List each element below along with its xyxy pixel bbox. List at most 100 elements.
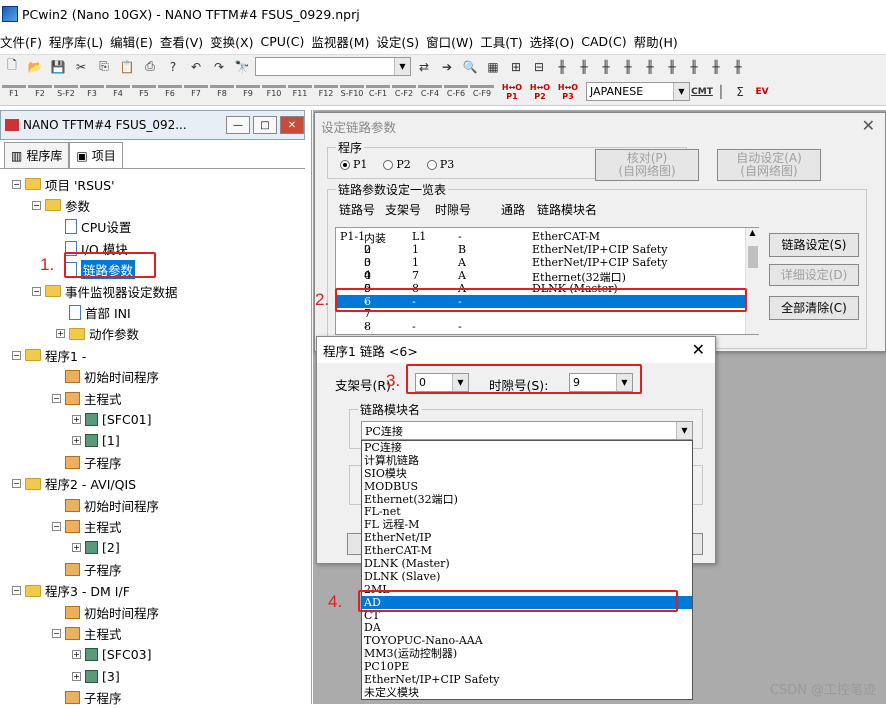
tree-item[interactable]: 子程序	[52, 688, 122, 708]
scroll-thumb[interactable]	[748, 246, 758, 268]
table-row[interactable]: 7	[336, 307, 746, 320]
event-button[interactable]: EV	[752, 82, 772, 102]
fkey-f1-button[interactable]: F1	[2, 80, 26, 104]
tree-item[interactable]: − 程序1 -	[12, 345, 86, 365]
tree-item[interactable]: − 程序3 - DM I/F	[12, 581, 130, 601]
tree-item[interactable]: + 动作参数	[56, 324, 139, 344]
menu-item[interactable]: CAD(C)	[581, 34, 633, 49]
tab-library[interactable]: ▥ 程序库	[4, 142, 70, 168]
link-list[interactable]: P1-1 内装 L1- EtherCAT-M 2 0 1 B EtherNet/IP+CIP S…	[335, 227, 759, 335]
ladder2-icon[interactable]: ⊟	[529, 57, 549, 77]
fkey-f11-button[interactable]: F11	[288, 80, 312, 104]
zoom-icon[interactable]: 🔍	[460, 57, 480, 77]
dropdown-option[interactable]: PC连接	[362, 441, 692, 454]
undo-icon[interactable]: ↶	[186, 57, 206, 77]
help-icon[interactable]: ?	[163, 57, 183, 77]
fkey-f4-button[interactable]: F4	[106, 80, 130, 104]
fkey-f7-button[interactable]: F7	[184, 80, 208, 104]
minimize-icon[interactable]: —	[226, 116, 250, 134]
menu-item[interactable]: 程序库(L)	[49, 32, 110, 51]
menu-item[interactable]: CPU(C)	[260, 34, 311, 49]
link-settings-button[interactable]: 链路设定(S)	[769, 233, 859, 257]
list-scrollbar[interactable]: ▲	[745, 228, 759, 334]
dropdown-option[interactable]: TOYOPUC-Nano-AAA	[362, 634, 692, 647]
collapse-icon[interactable]: −	[12, 479, 21, 489]
close-icon[interactable]: ✕	[862, 116, 875, 135]
dropdown-option[interactable]: 未定义模块	[362, 686, 692, 699]
dropdown-option[interactable]: DLNK (Slave)	[362, 570, 692, 583]
auto-set-button[interactable]: 自动设定(A) (自网络图)	[717, 149, 821, 181]
fkey-f10-button[interactable]: F10	[262, 80, 286, 104]
menu-item[interactable]: 监视器(M)	[311, 32, 376, 51]
menu-item[interactable]: 文件(F)	[0, 32, 49, 51]
expand-icon[interactable]: +	[72, 436, 81, 446]
tree-item[interactable]: 初始时间程序	[52, 495, 159, 515]
tree-item[interactable]: + [1]	[72, 431, 120, 451]
collapse-icon[interactable]: −	[52, 628, 61, 638]
tree-item[interactable]: + [SFC03]	[72, 645, 152, 665]
fkey-c-f9-button[interactable]: C-F9	[470, 80, 494, 104]
dropdown-option[interactable]: DA	[362, 621, 692, 635]
fkey-c-f6-button[interactable]: C-F6	[444, 80, 468, 104]
hio-p3-button[interactable]: H↔O P3	[556, 80, 580, 104]
dropdown-option[interactable]: DLNK (Master)	[362, 557, 692, 570]
paste-icon[interactable]: 📋	[117, 57, 137, 77]
program-radio-p2[interactable]: P2	[383, 158, 411, 171]
dropdown-option[interactable]: EtherNet/IP	[362, 531, 692, 544]
tree-item[interactable]: 链路参数	[52, 260, 136, 280]
fkey-s-f2-button[interactable]: S-F2	[54, 80, 78, 104]
save-icon[interactable]: 💾	[48, 57, 68, 77]
module-select[interactable]: PC连接 ▼	[361, 421, 693, 440]
comment-button[interactable]: CMT	[691, 82, 713, 102]
check-button[interactable]: 核对(P) (自网络图)	[595, 149, 699, 181]
menu-item[interactable]: 编辑(E)	[110, 32, 160, 51]
program-radio-p1[interactable]: P1	[340, 158, 367, 171]
tree-item[interactable]: − 主程式	[52, 623, 122, 643]
dropdown-option[interactable]: EtherNet/IP+CIP Safety	[362, 673, 692, 686]
dropdown-option[interactable]: FL-net	[362, 505, 692, 519]
print-icon[interactable]: ⎙	[140, 57, 160, 77]
program-radio-p3[interactable]: P3	[426, 158, 454, 171]
expand-icon[interactable]: +	[72, 414, 81, 424]
menu-item[interactable]: 帮助(H)	[634, 32, 685, 51]
new-file-icon[interactable]: 🗋	[2, 57, 22, 77]
dropdown-option[interactable]: CT	[362, 609, 692, 622]
dropdown-option[interactable]: MODBUS	[362, 480, 692, 493]
menu-item[interactable]: 工具(T)	[480, 32, 529, 51]
tree-item[interactable]: 初始时间程序	[52, 367, 159, 387]
dropdown-option[interactable]: SIO模块	[362, 467, 692, 480]
collapse-icon[interactable]: −	[12, 179, 21, 189]
collapse-icon[interactable]: −	[32, 200, 41, 210]
dropdown-option[interactable]: AD	[362, 595, 692, 609]
detail-settings-button[interactable]: 详细设定(D)	[769, 264, 859, 286]
close-icon[interactable]: ✕	[692, 340, 705, 359]
tree-item[interactable]: + [SFC01]	[72, 409, 152, 429]
redo-icon[interactable]: ↷	[209, 57, 229, 77]
tree-item[interactable]: 首部 INI	[56, 302, 131, 322]
fkey-f3-button[interactable]: F3	[80, 80, 104, 104]
fkey-f12-button[interactable]: F12	[314, 80, 338, 104]
tree-item[interactable]: + [3]	[72, 666, 120, 686]
tree-item[interactable]: 初始时间程序	[52, 602, 159, 622]
dropdown-option[interactable]: MM3(运动控制器)	[362, 647, 692, 660]
menu-item[interactable]: 变换(X)	[210, 32, 260, 51]
fkey-f8-button[interactable]: F8	[210, 80, 234, 104]
dropdown-option[interactable]: 2ML	[362, 583, 692, 596]
expand-icon[interactable]: +	[72, 543, 81, 553]
hio-p1-button[interactable]: H↔O P1	[500, 80, 524, 104]
ladder-tool-icon[interactable]: ╫	[640, 57, 660, 77]
menu-item[interactable]: 设定(S)	[376, 32, 426, 51]
dropdown-option[interactable]: FL 远程-M	[362, 518, 692, 531]
find-icon[interactable]: 🔭	[232, 57, 252, 77]
ladder-tool-icon[interactable]: ╫	[662, 57, 682, 77]
tree-item[interactable]: − 程序2 - AVI/QIS	[12, 474, 136, 494]
dropdown-option[interactable]: EtherCAT-M	[362, 544, 692, 557]
rack-select[interactable]: 0 ▼	[415, 373, 469, 392]
fkey-c-f2-button[interactable]: C-F2	[392, 80, 416, 104]
fkey-f9-button[interactable]: F9	[236, 80, 260, 104]
tree-item[interactable]: − 主程式	[52, 516, 122, 536]
maximize-icon[interactable]: □	[253, 116, 277, 134]
collapse-icon[interactable]: −	[12, 586, 21, 596]
ladder-tool-icon[interactable]: ╫	[684, 57, 704, 77]
dropdown-option[interactable]: 计算机链路	[362, 454, 692, 467]
